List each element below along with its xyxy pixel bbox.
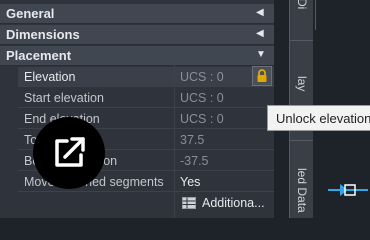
additional-data-button[interactable]: Additiona...: [180, 193, 274, 213]
tooltip: Unlock elevation: [267, 105, 370, 131]
chevron-down-icon: ▼: [256, 49, 266, 60]
side-tab-display[interactable]: lay: [295, 76, 309, 91]
lock-icon: [257, 69, 267, 82]
side-tab-design[interactable]: Di: [295, 0, 309, 9]
section-dimensions[interactable]: Dimensions ◀: [0, 25, 274, 45]
arrow-out-icon: [55, 137, 85, 167]
property-label: Start elevation: [24, 91, 104, 105]
chevron-left-icon: ◀: [256, 7, 264, 18]
property-value[interactable]: UCS : 0: [180, 70, 224, 84]
section-dimensions-label: Dimensions: [6, 27, 80, 42]
tab-divider: [290, 140, 313, 141]
side-tab-extended-data[interactable]: led Data: [295, 168, 309, 213]
property-value[interactable]: UCS : 0: [180, 112, 224, 126]
section-general-label: General: [6, 6, 55, 21]
canvas-edge-line: [315, 0, 316, 30]
snap-cursor-icon: [328, 184, 368, 196]
additional-data-label: Additiona...: [202, 196, 265, 210]
property-value[interactable]: UCS : 0: [180, 91, 224, 105]
column-divider: [174, 65, 175, 218]
property-row-elevation[interactable]: Elevation UCS : 0: [18, 67, 274, 87]
tooltip-text: Unlock elevation: [276, 111, 370, 126]
tab-divider: [290, 40, 313, 41]
property-value[interactable]: 37.5: [180, 133, 204, 147]
table-icon: [182, 197, 196, 209]
section-general[interactable]: General ◀: [0, 4, 274, 24]
share-external-icon[interactable]: [33, 117, 105, 189]
property-label: Elevation: [24, 70, 76, 84]
chevron-left-icon: ◀: [256, 28, 264, 39]
section-placement[interactable]: Placement ▼: [0, 46, 274, 66]
lock-button[interactable]: [252, 66, 272, 86]
property-value[interactable]: Yes: [180, 175, 200, 189]
section-placement-label: Placement: [6, 48, 72, 63]
property-row-start-elevation[interactable]: Start elevation UCS : 0: [18, 88, 274, 108]
property-value[interactable]: -37.5: [180, 154, 209, 168]
